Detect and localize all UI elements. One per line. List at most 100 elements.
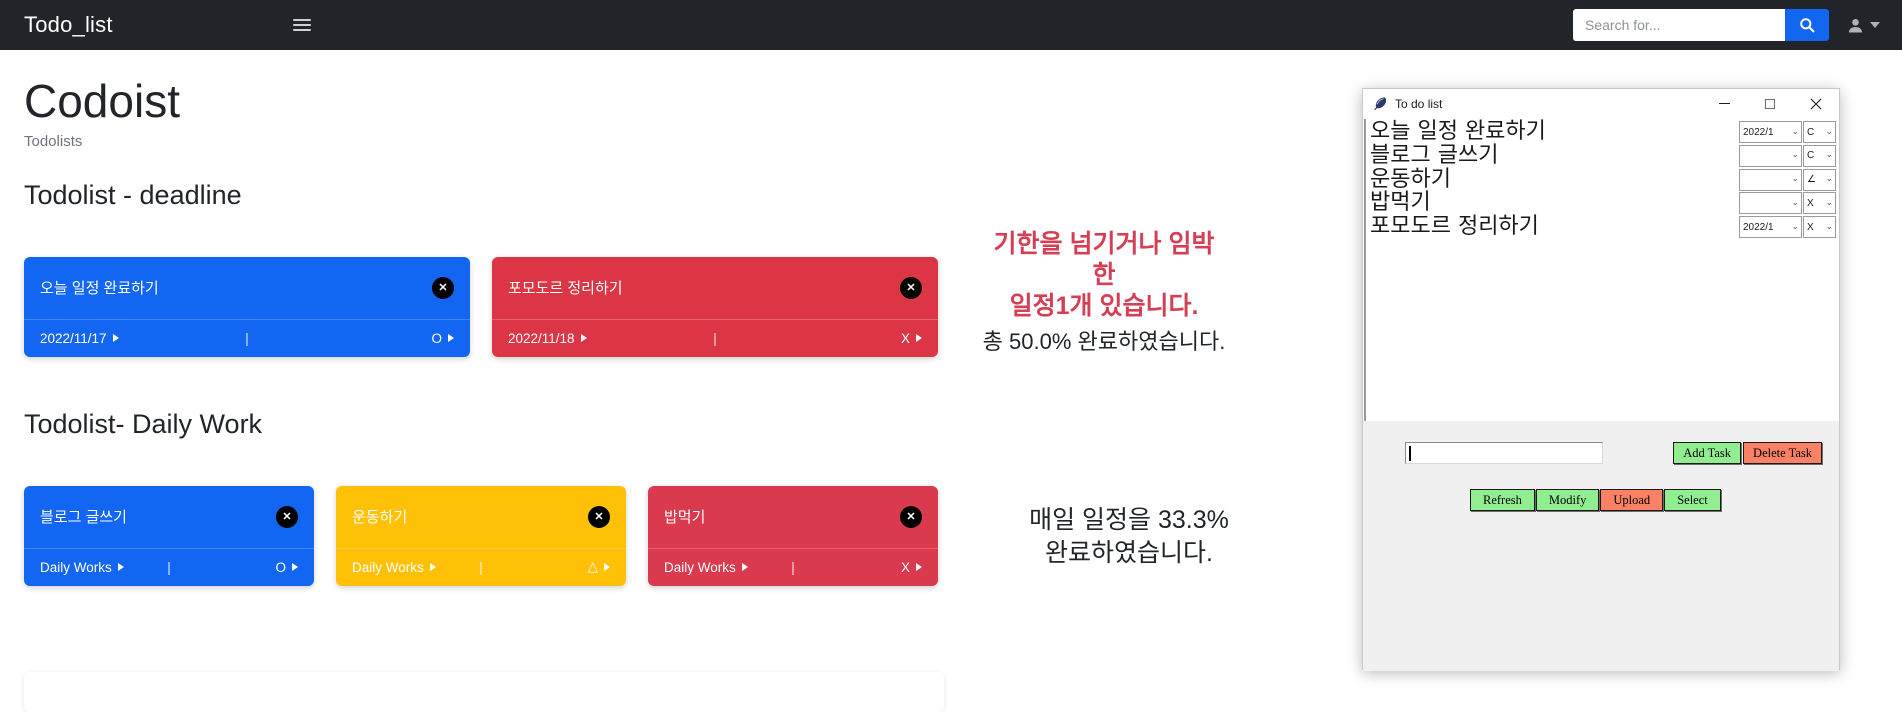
search-input[interactable]: [1573, 9, 1785, 41]
date-dropdown[interactable]: 2022/1 ⌄: [1739, 121, 1802, 143]
maximize-button[interactable]: [1747, 89, 1793, 119]
card-meta[interactable]: Daily Works: [352, 560, 436, 575]
minimize-button[interactable]: [1701, 89, 1747, 119]
state-dropdown[interactable]: ∠ ⌄: [1803, 168, 1836, 191]
task-option-row: ⌄ ∠ ⌄: [1739, 168, 1837, 191]
triangle-right-icon: [112, 334, 119, 343]
card-state[interactable]: X: [901, 560, 922, 575]
card-divider: |: [479, 559, 483, 575]
list-item[interactable]: 밥먹기: [1366, 191, 1682, 215]
user-icon: [1848, 18, 1863, 33]
state-dropdown-value: X: [1807, 197, 1814, 209]
add-delete-button-group: Add Task Delete Task: [1673, 442, 1822, 464]
date-dropdown[interactable]: ⌄: [1739, 144, 1802, 167]
window-titlebar[interactable]: To do list: [1363, 89, 1839, 119]
list-item[interactable]: 운동하기: [1366, 167, 1682, 192]
card-footer: 2022/11/17 | O: [24, 318, 470, 357]
todo-card[interactable]: 오늘 일정 완료하기 ✕ 2022/11/17 | O: [24, 256, 470, 357]
search-button[interactable]: [1785, 9, 1829, 41]
state-dropdown[interactable]: C ⌄: [1803, 144, 1836, 167]
total-progress-text: 총 50.0% 완료하였습니다.: [982, 329, 1226, 355]
text-caret: [1409, 446, 1411, 461]
hamburger-icon[interactable]: [292, 19, 311, 31]
state-dropdown[interactable]: X ⌄: [1803, 216, 1836, 239]
todo-card[interactable]: 밥먹기 ✕ Daily Works | X: [648, 485, 938, 586]
card-state[interactable]: O: [275, 560, 298, 575]
list-item[interactable]: 블로그 글쓰기: [1366, 143, 1682, 168]
card-meta[interactable]: Daily Works: [40, 560, 124, 575]
card-divider: |: [245, 330, 249, 346]
state-dropdown-value: C: [1807, 126, 1815, 138]
refresh-button[interactable]: Refresh: [1470, 489, 1535, 511]
triangle-right-icon: [916, 563, 922, 572]
modify-button[interactable]: Modify: [1535, 489, 1600, 511]
chevron-down-icon: ⌄: [1791, 196, 1799, 207]
action-button-group: Refresh Modify Upload Select: [1470, 489, 1721, 511]
select-button[interactable]: Select: [1664, 489, 1721, 511]
date-dropdown-value: 2022/1: [1743, 221, 1774, 233]
card-state[interactable]: O: [431, 331, 454, 346]
search-bar: [1573, 9, 1829, 41]
card-state[interactable]: △: [588, 559, 610, 575]
chevron-down-icon: ⌄: [1791, 173, 1799, 184]
card-category: Daily Works: [352, 559, 424, 575]
task-option-row: ⌄ C ⌄: [1739, 144, 1837, 167]
feather-icon: [1374, 97, 1386, 111]
date-dropdown[interactable]: ⌄: [1739, 168, 1802, 191]
warning-text-line2: 한: [1092, 260, 1116, 289]
triangle-right-icon: [741, 563, 748, 572]
card-category: Daily Works: [40, 559, 112, 575]
list-item[interactable]: 오늘 일정 완료하기: [1366, 120, 1682, 144]
close-circle-icon[interactable]: ✕: [900, 276, 922, 299]
card-state-label: X: [900, 559, 910, 575]
user-menu[interactable]: [1847, 17, 1880, 34]
app-brand[interactable]: Todo_list: [24, 12, 113, 38]
triangle-right-icon: [448, 334, 454, 343]
add-task-button[interactable]: Add Task: [1673, 442, 1742, 464]
state-dropdown[interactable]: C ⌄: [1803, 121, 1836, 143]
card-body: 운동하기 ✕: [336, 486, 626, 548]
card-state-label: X: [900, 330, 910, 346]
chevron-down-icon: ⌄: [1791, 149, 1799, 160]
card-title: 블로그 글쓰기: [40, 509, 127, 527]
list-item[interactable]: 포모도르 정리하기: [1366, 215, 1682, 239]
card-title: 밥먹기: [664, 509, 706, 527]
card-meta[interactable]: 2022/11/17: [40, 331, 119, 346]
date-dropdown-value: 2022/1: [1743, 126, 1774, 138]
todo-card[interactable]: 운동하기 ✕ Daily Works | △: [336, 485, 626, 586]
chevron-down-icon: ⌄: [1825, 173, 1833, 184]
card-meta[interactable]: 2022/11/18: [508, 331, 587, 346]
close-circle-icon[interactable]: ✕: [588, 505, 610, 528]
task-option-rows: 2022/1 ⌄ C ⌄ ⌄ C ⌄ ⌄ ∠ ⌄ ⌄ X ⌄ 2022/1 ⌄ …: [1739, 121, 1837, 240]
search-icon: [1800, 18, 1815, 33]
delete-task-button[interactable]: Delete Task: [1743, 442, 1822, 464]
todo-list-window: To do list 오늘 일정 완료하기 블로그 글쓰기 운동하기 밥먹기 포…: [1362, 88, 1840, 671]
deadline-status-block: 기한을 넘기거나 임박 한 일정1개 있습니다. 총 50.0% 완료하였습니다…: [954, 229, 1254, 356]
date-dropdown[interactable]: 2022/1 ⌄: [1739, 216, 1802, 239]
warning-text-line1: 기한을 넘기거나 임박: [993, 229, 1215, 258]
close-circle-icon[interactable]: ✕: [900, 505, 922, 528]
card-state[interactable]: X: [901, 331, 922, 346]
state-dropdown-value: ∠: [1807, 174, 1816, 186]
card-footer: Daily Works | △: [336, 547, 626, 586]
card-title: 오늘 일정 완료하기: [40, 280, 159, 298]
close-button[interactable]: [1793, 89, 1839, 119]
upload-button[interactable]: Upload: [1600, 489, 1664, 511]
window-bottom-panel: Add Task Delete Task Refresh Modify Uplo…: [1363, 421, 1839, 671]
close-circle-icon[interactable]: ✕: [432, 276, 454, 299]
card-body: 포모도르 정리하기 ✕: [492, 257, 938, 319]
window-controls: [1701, 89, 1839, 119]
chevron-down-icon: ⌄: [1791, 125, 1799, 136]
card-meta[interactable]: Daily Works: [664, 560, 748, 575]
new-task-input[interactable]: [1405, 442, 1603, 464]
todo-card[interactable]: 블로그 글쓰기 ✕ Daily Works | O: [24, 485, 314, 586]
card-date: 2022/11/18: [508, 330, 575, 346]
close-circle-icon[interactable]: ✕: [276, 505, 298, 528]
task-option-row: 2022/1 ⌄ X ⌄: [1739, 216, 1837, 239]
todo-card[interactable]: 포모도르 정리하기 ✕ 2022/11/18 | X: [492, 256, 938, 357]
date-dropdown[interactable]: ⌄: [1739, 192, 1802, 215]
task-listbox[interactable]: 오늘 일정 완료하기 블로그 글쓰기 운동하기 밥먹기 포모도르 정리하기: [1364, 119, 1682, 421]
window-title: To do list: [1395, 96, 1443, 111]
state-dropdown[interactable]: X ⌄: [1803, 192, 1836, 215]
daily-progress-line1: 매일 일정을 33.3%: [1029, 505, 1229, 534]
